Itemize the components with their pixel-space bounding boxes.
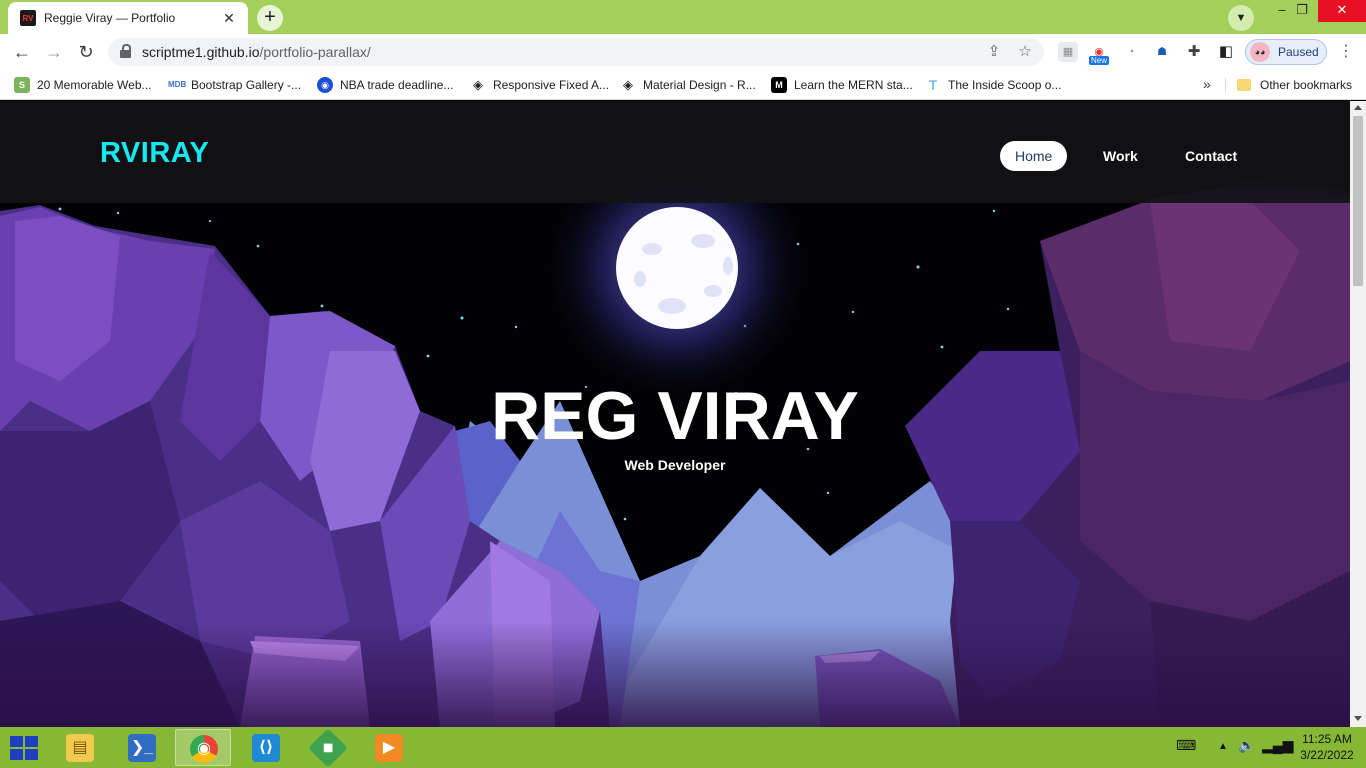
bookmark-label: Responsive Fixed A... xyxy=(493,78,610,92)
bookmark-item[interactable]: M Learn the MERN sta... xyxy=(771,76,913,94)
lock-icon[interactable] xyxy=(120,44,131,58)
taskbar-clock[interactable]: 11:25 AM 3/22/2022 xyxy=(1292,731,1362,763)
reload-icon[interactable]: ↻ xyxy=(74,40,98,64)
touch-keyboard-icon[interactable]: ⌨ xyxy=(1176,737,1196,754)
bookmark-label: 20 Memorable Web... xyxy=(37,78,152,92)
tumblr-t-icon: T xyxy=(925,77,941,93)
windows-taskbar: ▤ ❯_ ◉ ⟨⟩ ◆ ▶ ⌨ ▲ 🔈 ▂▄▆ 11:25 AM 3/22/20… xyxy=(0,727,1366,768)
nav-contact-link[interactable]: Contact xyxy=(1170,141,1252,171)
site-logo[interactable]: RVIRAY xyxy=(100,137,209,170)
bookmarks-bar: S 20 Memorable Web... MDB Bootstrap Galler… xyxy=(0,70,1366,100)
taskbar-vscode[interactable]: ⟨⟩ xyxy=(238,729,294,766)
bookmark-item[interactable]: ◉ NBA trade deadline... xyxy=(317,76,453,94)
bookmark-label: Material Design - R... xyxy=(643,78,756,92)
codepen-icon: ◈ xyxy=(620,77,636,93)
close-tab-icon[interactable]: ✕ xyxy=(220,10,238,27)
hero-title: REG VIRAY xyxy=(491,378,859,454)
bookmark-label: Learn the MERN sta... xyxy=(794,78,913,92)
scrollbar-thumb[interactable] xyxy=(1353,116,1363,286)
share-icon[interactable]: ⇪ xyxy=(984,42,1004,62)
window-close-button[interactable]: ✕ xyxy=(1318,0,1366,22)
address-bar[interactable]: scriptme1.github.io/portfolio-parallax/ … xyxy=(108,38,1044,66)
vscode-icon: ⟨⟩ xyxy=(252,734,280,762)
extension-timer-icon[interactable]: ◔ xyxy=(1121,42,1141,62)
profile-status-label: Paused xyxy=(1278,45,1319,59)
clock-date: 3/22/2022 xyxy=(1300,748,1354,762)
extensions-puzzle-icon[interactable]: ✚ xyxy=(1184,42,1204,62)
taskbar-powershell[interactable]: ❯_ xyxy=(114,729,170,766)
tab-favicon-icon: RV xyxy=(20,10,36,26)
diamond-app-icon: ◆ xyxy=(308,728,348,768)
profile-button[interactable]: ◕◕ Paused xyxy=(1245,39,1327,65)
url-host: scriptme1.github.io xyxy=(142,44,260,60)
scroll-down-arrow-icon[interactable] xyxy=(1354,716,1362,721)
back-arrow-icon[interactable]: ← xyxy=(10,40,34,64)
avatar: ◕◕ xyxy=(1250,42,1270,62)
taskbar-file-explorer[interactable]: ▤ xyxy=(52,729,108,766)
clock-time: 11:25 AM xyxy=(1302,732,1352,746)
url-text[interactable]: scriptme1.github.io/portfolio-parallax/ xyxy=(142,44,371,60)
taskbar-app-diamond[interactable]: ◆ xyxy=(300,728,356,768)
bookmarks-overflow-chevron-icon[interactable]: » xyxy=(1203,76,1211,92)
taskbar-media-player[interactable]: ▶ xyxy=(361,729,417,766)
extension-grid-icon[interactable]: ▦ xyxy=(1058,42,1078,62)
bookmark-star-icon[interactable]: ☆ xyxy=(1015,42,1035,62)
bookmark-label: The Inside Scoop o... xyxy=(948,78,1062,92)
browser-tab-active[interactable]: RV Reggie Viray — Portfolio ✕ xyxy=(8,2,248,34)
tab-search-chevron-icon[interactable]: ▼ xyxy=(1228,5,1254,31)
folder-icon xyxy=(1237,79,1251,91)
taskbar-chrome[interactable]: ◉ xyxy=(175,729,231,766)
bookmark-item[interactable]: ◈ Material Design - R... xyxy=(620,76,756,94)
bookmark-item[interactable]: MDB Bootstrap Gallery -... xyxy=(168,76,301,94)
bookmarks-divider xyxy=(1225,78,1226,92)
extension-new-badge: New xyxy=(1089,56,1110,65)
menu-kebab-icon[interactable]: ⋮ xyxy=(1336,42,1356,62)
nav-work-link[interactable]: Work xyxy=(1088,141,1153,171)
media-player-icon: ▶ xyxy=(375,734,403,762)
page-scrollbar[interactable] xyxy=(1350,101,1366,727)
nav-home-link[interactable]: Home xyxy=(1000,141,1068,171)
bookmark-item[interactable]: S 20 Memorable Web... xyxy=(14,76,152,94)
tab-title: Reggie Viray — Portfolio xyxy=(44,11,176,25)
new-tab-button[interactable]: + xyxy=(257,5,283,31)
other-bookmarks-label: Other bookmarks xyxy=(1260,78,1353,92)
page-viewport: RVIRAY Home Work Contact REG VIRAY Web D… xyxy=(0,101,1350,727)
cbs-icon: ◉ xyxy=(317,77,333,93)
medium-icon: M xyxy=(771,77,787,93)
folder-icon: ▤ xyxy=(66,734,94,762)
bookmark-item[interactable]: T The Inside Scoop o... xyxy=(925,76,1061,94)
bookmark-item[interactable]: ◈ Responsive Fixed A... xyxy=(470,76,609,94)
browser-toolbar: ← → ↻ scriptme1.github.io/portfolio-para… xyxy=(0,34,1366,70)
other-bookmarks-folder[interactable]: Other bookmarks xyxy=(1237,76,1352,94)
hero-subtitle: Web Developer xyxy=(624,457,726,473)
window-maximize-button[interactable]: ❐ xyxy=(1284,0,1320,22)
forward-arrow-icon[interactable]: → xyxy=(42,40,66,64)
bookmark-label: NBA trade deadline... xyxy=(340,78,454,92)
windows-start-icon[interactable] xyxy=(10,736,38,760)
scroll-up-arrow-icon[interactable] xyxy=(1354,105,1362,110)
powershell-icon: ❯_ xyxy=(128,734,156,762)
site-header: RVIRAY Home Work Contact xyxy=(0,101,1350,203)
codepen-icon: ◈ xyxy=(470,77,486,93)
bookmark-label: Bootstrap Gallery -... xyxy=(191,78,302,92)
url-path: /portfolio-parallax/ xyxy=(259,44,371,60)
extension-bot-icon[interactable]: ☗ xyxy=(1152,42,1172,62)
shopify-icon: S xyxy=(14,77,30,93)
mdb-icon: MDB xyxy=(168,77,186,93)
network-signal-icon[interactable]: ▂▄▆ xyxy=(1262,737,1293,754)
browser-tab-strip: RV Reggie Viray — Portfolio ✕ + ▼ – ❐ ✕ xyxy=(0,0,1366,34)
chrome-icon: ◉ xyxy=(190,735,218,763)
tray-chevron-up-icon[interactable]: ▲ xyxy=(1218,741,1228,752)
volume-icon[interactable]: 🔈 xyxy=(1238,737,1255,754)
side-panel-icon[interactable]: ◧ xyxy=(1216,42,1236,62)
